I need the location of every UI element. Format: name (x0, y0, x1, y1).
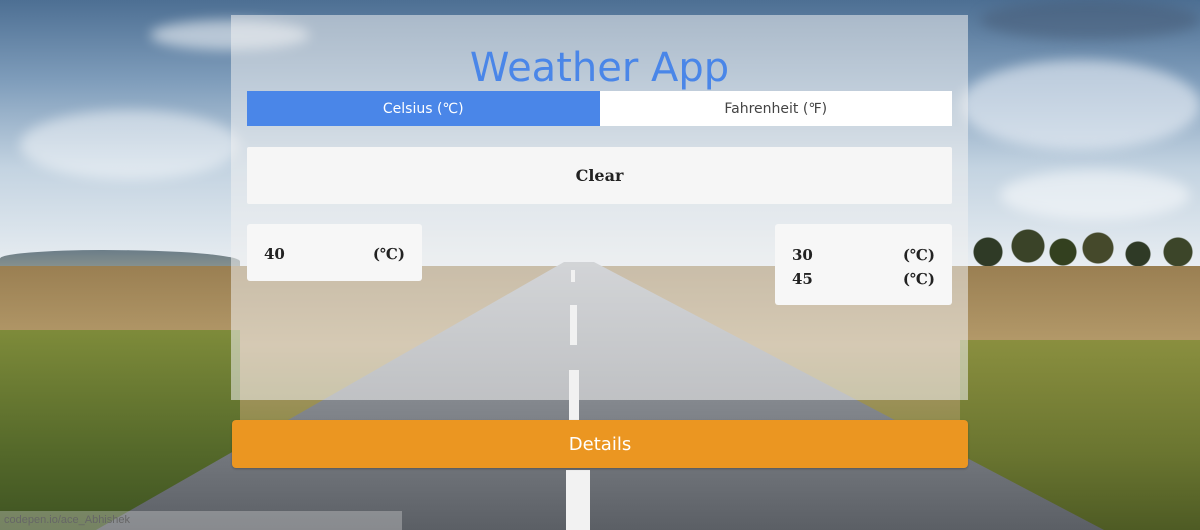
celsius-button[interactable]: Celsius (℃) (247, 91, 600, 126)
result-unit: (℃) (902, 270, 935, 288)
input-temperature-card: 40 (℃) (247, 224, 422, 281)
cloud (20, 110, 240, 180)
input-temperature-unit: (℃) (372, 245, 405, 263)
fahrenheit-button[interactable]: Fahrenheit (℉) (599, 91, 952, 126)
browser-status-bar: codepen.io/ace_Abhishek (0, 511, 402, 530)
result-row: 45 (℃) (792, 267, 935, 291)
app-title: Weather App (469, 45, 730, 91)
input-temperature-value: 40 (264, 245, 285, 263)
app-panel: Weather App Celsius (℃) Fahrenheit (℉) C… (231, 15, 968, 400)
lane-marking (566, 470, 590, 530)
cloud (960, 60, 1200, 150)
details-button[interactable]: Details (232, 420, 968, 468)
result-value: 30 (792, 246, 813, 264)
result-temperature-card: 30 (℃) 45 (℃) (775, 224, 952, 305)
result-row: 30 (℃) (792, 243, 935, 267)
cloud (1000, 170, 1190, 220)
unit-toggle: Celsius (℃) Fahrenheit (℉) (247, 91, 952, 126)
result-unit: (℃) (902, 246, 935, 264)
tree-line (968, 222, 1200, 268)
cloud (980, 0, 1200, 40)
result-value: 45 (792, 270, 813, 288)
clear-button[interactable]: Clear (247, 147, 952, 204)
